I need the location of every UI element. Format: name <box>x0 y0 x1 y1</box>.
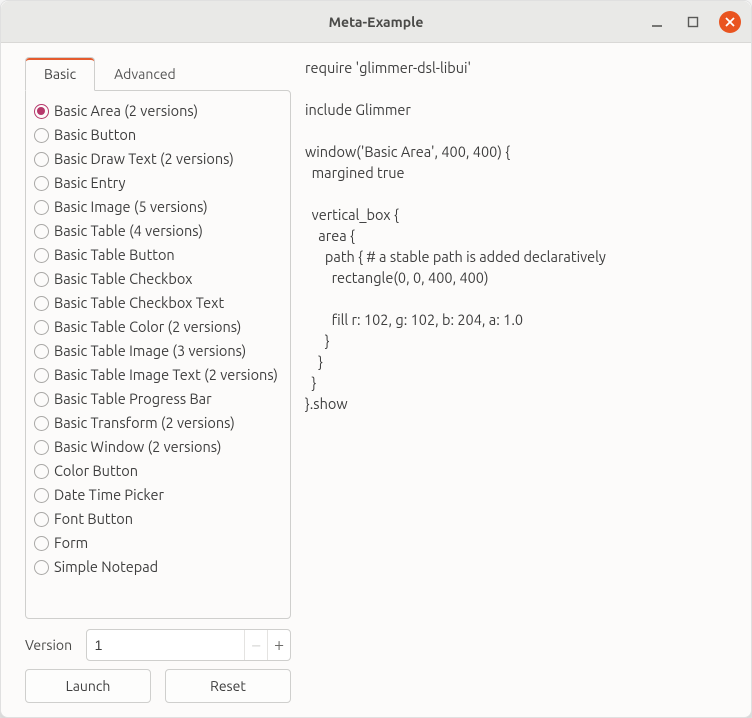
example-radio[interactable]: Basic Table Checkbox <box>32 267 284 291</box>
version-spinbox: − + <box>86 629 291 661</box>
radio-icon <box>34 368 49 383</box>
radio-icon <box>34 224 49 239</box>
example-label: Simple Notepad <box>54 556 158 578</box>
titlebar: Meta-Example <box>1 1 751 43</box>
version-row: Version − + <box>25 619 291 669</box>
example-label: Basic Table Color (2 versions) <box>54 316 241 338</box>
example-radio[interactable]: Basic Draw Text (2 versions) <box>32 147 284 171</box>
example-label: Basic Entry <box>54 172 125 194</box>
radio-icon <box>34 392 49 407</box>
tab-strip: Basic Advanced <box>25 57 291 91</box>
example-radio[interactable]: Basic Image (5 versions) <box>32 195 284 219</box>
tab-advanced-label: Advanced <box>114 66 176 82</box>
example-label: Basic Table Image (3 versions) <box>54 340 246 362</box>
radio-icon <box>34 272 49 287</box>
tab-basic-label: Basic <box>44 66 76 82</box>
example-label: Basic Table (4 versions) <box>54 220 203 242</box>
example-radio[interactable]: Basic Table Progress Bar <box>32 387 284 411</box>
example-radio[interactable]: Basic Table Color (2 versions) <box>32 315 284 339</box>
example-label: Font Button <box>54 508 133 530</box>
radio-icon <box>34 248 49 263</box>
example-radio[interactable]: Basic Table Checkbox Text <box>32 291 284 315</box>
tab-basic[interactable]: Basic <box>25 57 95 91</box>
example-label: Color Button <box>54 460 138 482</box>
example-label: Basic Table Button <box>54 244 175 266</box>
reset-button[interactable]: Reset <box>165 669 291 703</box>
example-radio[interactable]: Basic Window (2 versions) <box>32 435 284 459</box>
example-label: Form <box>54 532 88 554</box>
reset-button-label: Reset <box>210 678 246 694</box>
app-window: Meta-Example Basic Advanced <box>0 0 752 718</box>
radio-icon <box>34 560 49 575</box>
example-label: Basic Window (2 versions) <box>54 436 221 458</box>
example-radio[interactable]: Basic Table Image Text (2 versions) <box>32 363 284 387</box>
example-label: Basic Transform (2 versions) <box>54 412 235 434</box>
radio-icon <box>34 104 49 119</box>
examples-panel: Basic Area (2 versions)Basic ButtonBasic… <box>25 90 291 619</box>
close-icon[interactable] <box>719 11 741 33</box>
example-label: Date Time Picker <box>54 484 164 506</box>
radio-icon <box>34 152 49 167</box>
right-pane: require 'glimmer-dsl-libui' include Glim… <box>305 57 737 703</box>
example-radio[interactable]: Color Button <box>32 459 284 483</box>
radio-icon <box>34 440 49 455</box>
code-viewer[interactable]: require 'glimmer-dsl-libui' include Glim… <box>305 57 737 703</box>
example-radio[interactable]: Simple Notepad <box>32 555 284 579</box>
example-radio[interactable]: Basic Table (4 versions) <box>32 219 284 243</box>
action-row: Launch Reset <box>25 669 291 703</box>
minimize-icon[interactable] <box>647 12 667 32</box>
example-label: Basic Table Checkbox <box>54 268 192 290</box>
example-radio[interactable]: Basic Area (2 versions) <box>32 99 284 123</box>
radio-icon <box>34 176 49 191</box>
example-radio[interactable]: Basic Transform (2 versions) <box>32 411 284 435</box>
example-label: Basic Area (2 versions) <box>54 100 198 122</box>
example-radio[interactable]: Basic Table Image (3 versions) <box>32 339 284 363</box>
version-decrement[interactable]: − <box>244 630 267 660</box>
radio-icon <box>34 488 49 503</box>
radio-icon <box>34 320 49 335</box>
example-label: Basic Table Image Text (2 versions) <box>54 364 278 386</box>
window-title: Meta-Example <box>329 14 424 30</box>
window-controls <box>647 1 741 42</box>
example-label: Basic Button <box>54 124 136 146</box>
example-radio[interactable]: Basic Table Button <box>32 243 284 267</box>
radio-icon <box>34 200 49 215</box>
radio-icon <box>34 296 49 311</box>
example-radio[interactable]: Basic Button <box>32 123 284 147</box>
version-input[interactable] <box>87 630 245 660</box>
example-radio[interactable]: Form <box>32 531 284 555</box>
tab-advanced[interactable]: Advanced <box>95 57 195 91</box>
version-increment[interactable]: + <box>267 630 290 660</box>
radio-icon <box>34 464 49 479</box>
example-radio[interactable]: Font Button <box>32 507 284 531</box>
example-label: Basic Table Progress Bar <box>54 388 212 410</box>
example-radio[interactable]: Date Time Picker <box>32 483 284 507</box>
radio-icon <box>34 344 49 359</box>
maximize-icon[interactable] <box>683 12 703 32</box>
radio-icon <box>34 416 49 431</box>
example-label: Basic Image (5 versions) <box>54 196 208 218</box>
left-pane: Basic Advanced Basic Area (2 versions)Ba… <box>25 57 291 703</box>
example-radio[interactable]: Basic Entry <box>32 171 284 195</box>
example-label: Basic Table Checkbox Text <box>54 292 224 314</box>
example-label: Basic Draw Text (2 versions) <box>54 148 234 170</box>
launch-button[interactable]: Launch <box>25 669 151 703</box>
radio-icon <box>34 536 49 551</box>
radio-icon <box>34 128 49 143</box>
version-label: Version <box>25 637 76 653</box>
tabs: Basic Advanced Basic Area (2 versions)Ba… <box>25 57 291 619</box>
radio-icon <box>34 512 49 527</box>
launch-button-label: Launch <box>66 678 111 694</box>
client-area: Basic Advanced Basic Area (2 versions)Ba… <box>1 43 751 717</box>
